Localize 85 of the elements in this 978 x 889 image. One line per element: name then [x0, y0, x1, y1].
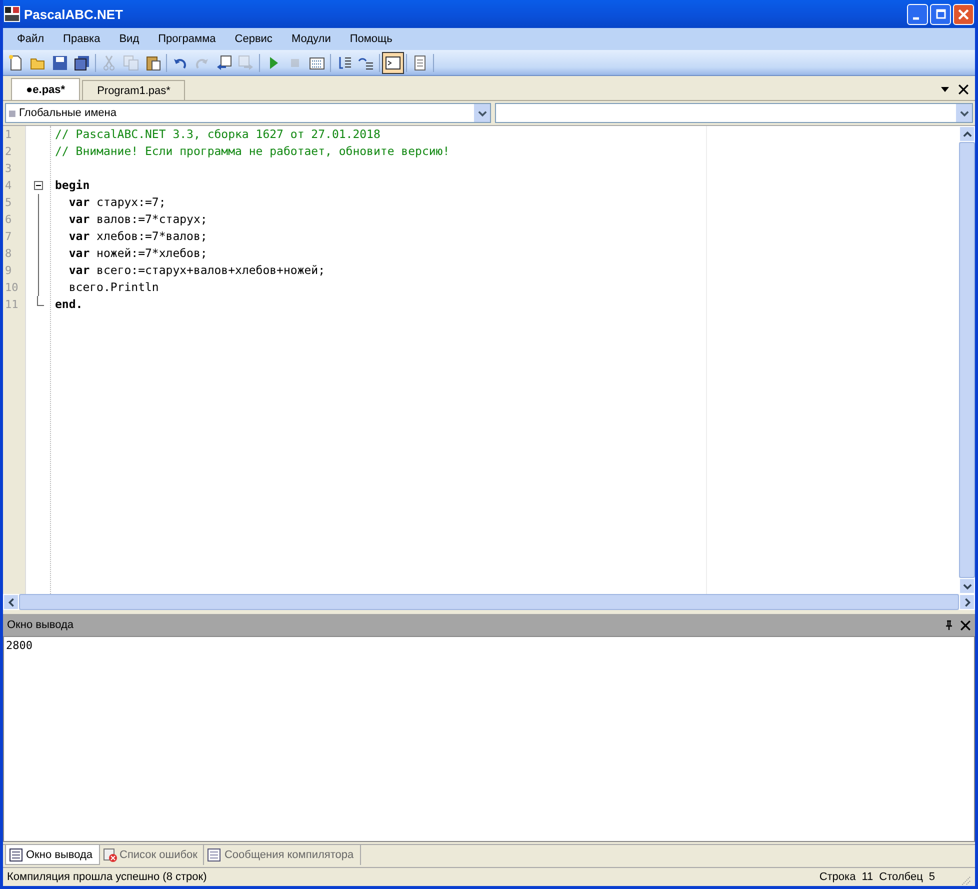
chevron-right-icon[interactable] — [962, 598, 972, 606]
error-list-icon — [102, 848, 116, 862]
file-tab[interactable]: ●e.pas* — [11, 78, 80, 100]
menu-item[interactable]: Модули — [283, 33, 339, 45]
menu-item[interactable]: Правка — [55, 33, 108, 45]
paste-icon — [145, 54, 161, 70]
code-text: хлебов:=7*валов; — [96, 229, 208, 243]
output-text: 2800 — [6, 639, 32, 652]
compile-icon — [309, 54, 325, 70]
forward-icon — [238, 54, 254, 70]
minimize-button[interactable] — [907, 4, 928, 24]
code-keyword: var — [68, 212, 90, 226]
file-tab[interactable]: Program1.pas* — [82, 80, 186, 100]
chevron-up-icon[interactable] — [962, 130, 972, 138]
line-number: 5 — [5, 195, 13, 211]
status-value: 5 — [928, 871, 935, 883]
chevron-down-icon — [478, 108, 486, 118]
line-number: 4 — [5, 178, 13, 194]
maximize-button[interactable] — [930, 4, 951, 24]
status-label: Строка — [819, 871, 856, 883]
code-keyword: var — [68, 246, 90, 260]
maximize-icon — [936, 9, 946, 19]
status-label: Столбец — [879, 871, 923, 883]
close-icon[interactable] — [958, 84, 969, 94]
collapse-icon[interactable] — [34, 181, 42, 190]
window-title: PascalABC.NET — [24, 6, 123, 22]
pin-icon[interactable] — [944, 620, 954, 630]
menu-item[interactable]: Сервис — [226, 33, 280, 45]
status-value: 11 — [862, 871, 874, 883]
resize-grip-icon[interactable] — [959, 874, 971, 886]
menu-item[interactable]: Файл — [9, 33, 52, 45]
code-keyword: begin — [55, 178, 90, 192]
code-text: валов:=7*старух; — [96, 212, 208, 226]
back-icon — [216, 54, 232, 70]
menu-item[interactable]: Вид — [111, 33, 148, 45]
code-text: старух:=7; — [96, 195, 166, 209]
chevron-down-icon — [960, 108, 968, 118]
line-number: 9 — [5, 263, 13, 279]
panel-tab[interactable]: Список ошибок — [100, 845, 204, 865]
code-keyword: var — [68, 263, 90, 277]
save-icon — [52, 54, 68, 70]
close-button[interactable] — [953, 4, 974, 24]
code-text: всего.Println — [68, 280, 159, 294]
code-text: ножей:=7*хлебов; — [96, 246, 208, 260]
line-number: 3 — [5, 161, 13, 177]
line-number: 8 — [5, 246, 13, 262]
line-number: 2 — [5, 144, 13, 160]
member-dropdown[interactable] — [495, 103, 973, 123]
app-icon — [4, 6, 20, 22]
line-number: 10 — [5, 280, 20, 296]
namespace-icon — [9, 109, 17, 117]
copy-icon — [123, 54, 139, 70]
list-icon — [9, 848, 23, 862]
menu-item[interactable]: Помощь — [342, 33, 400, 45]
minimize-icon — [913, 16, 919, 20]
horizontal-scrollbar[interactable] — [3, 594, 975, 610]
line-number: 7 — [5, 229, 13, 245]
line-number: 11 — [5, 297, 20, 313]
list-icon — [207, 848, 222, 862]
chevron-left-icon[interactable] — [6, 598, 16, 606]
close-icon — [958, 8, 969, 20]
code-keyword: var — [68, 195, 90, 209]
new-icon — [8, 54, 24, 70]
console-icon — [385, 54, 401, 70]
dropdown-icon[interactable] — [940, 84, 950, 94]
console-button[interactable] — [382, 52, 404, 74]
status-message: Компиляция прошла успешно (8 строк) — [7, 871, 207, 883]
scope-dropdown[interactable]: Глобальные имена — [5, 103, 491, 123]
panel-tab[interactable]: Сообщения компилятора — [204, 845, 361, 865]
code-keyword: end. — [55, 297, 83, 311]
line-number: 1 — [5, 127, 13, 143]
save-all-icon — [74, 54, 90, 70]
line-number: 6 — [5, 212, 13, 228]
cut-icon — [101, 54, 117, 70]
code-comment: // PascalABC.NET 3.3, сборка 1627 от 27.01.2018 — [55, 127, 380, 141]
panel-title: Окно вывода — [7, 619, 74, 631]
code-keyword: var — [68, 229, 90, 243]
code-text: всего:=старух+валов+хлебов+ножей; — [96, 263, 326, 277]
close-icon[interactable] — [960, 620, 971, 630]
chevron-down-icon[interactable] — [962, 582, 972, 590]
code-comment: // Внимание! Если программа не работает, обновите версию! — [55, 144, 450, 158]
menu-item[interactable]: Программа — [150, 33, 224, 45]
vertical-scrollbar[interactable] — [959, 126, 975, 594]
document-icon — [412, 54, 428, 70]
panel-tab[interactable]: Окно вывода — [5, 845, 100, 865]
